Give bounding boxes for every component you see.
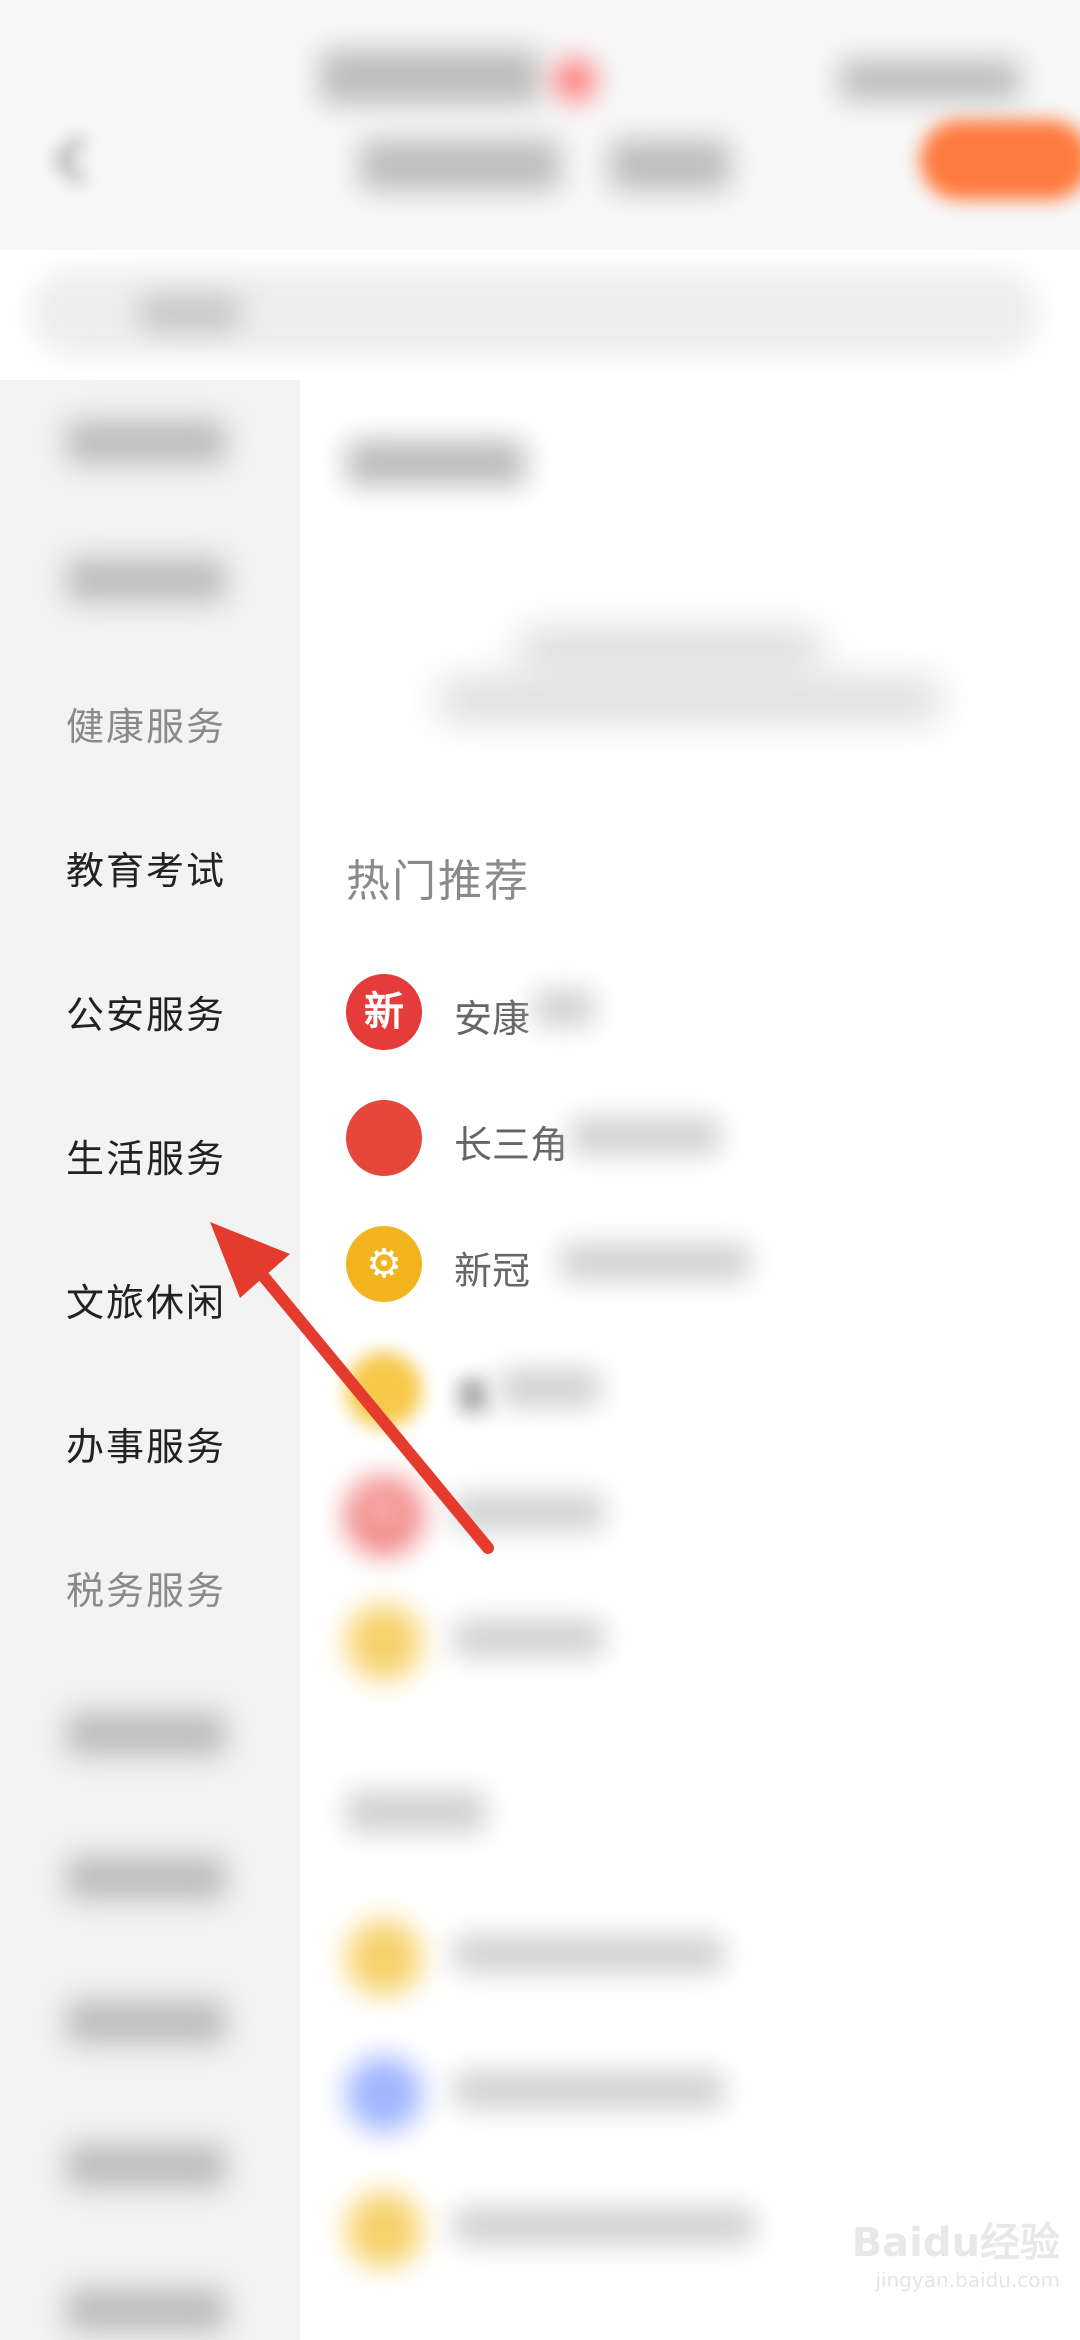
service-label[interactable]: 重 [454,1366,492,1421]
service-label-blur [500,1370,600,1406]
watermark-text: Baidu经验 [851,2220,1060,2266]
sidebar-item-placeholder[interactable] [66,1856,226,1900]
service-icon-placeholder[interactable] [346,1920,422,1996]
sidebar-item-affairs[interactable]: 办事服务 [66,1417,286,1477]
search-placeholder [140,294,240,332]
page-subtitle-placeholder [610,140,730,190]
document-icon[interactable] [346,1352,422,1428]
banner-placeholder [520,630,820,670]
baidu-watermark: Baidu经验 jingyan.baidu.com [820,2210,1060,2310]
service-label-blur [454,2072,724,2108]
service-label-blur [560,1244,750,1280]
sidebar-item-education[interactable]: 教育考试 [66,841,286,901]
service-label-blur [454,1494,604,1530]
service-label[interactable]: 新冠 [454,1240,530,1295]
service-label[interactable]: 安康 [454,988,530,1043]
sidebar-item-placeholder[interactable] [66,2000,226,2044]
service-icon-placeholder[interactable] [346,1604,422,1680]
service-content [300,380,1080,2340]
search-bar[interactable] [30,270,1040,356]
sidebar-item-culture-tourism[interactable]: 文旅休闲 [66,1273,286,1333]
gear-icon[interactable]: ⚙ [346,1226,422,1302]
top-bar [0,0,1080,250]
quick-icon[interactable]: 快 [346,1478,422,1554]
new-badge-icon[interactable]: 新 [346,974,422,1050]
notification-dot [555,60,595,100]
app-title-placeholder [320,50,540,104]
category-sidebar [0,380,300,2340]
sidebar-item-placeholder[interactable] [66,420,226,464]
location-placeholder [840,60,1020,100]
service-icon-placeholder[interactable] [346,2056,422,2132]
banner-placeholder [440,680,940,720]
sidebar-item-placeholder[interactable] [66,2144,226,2188]
sidebar-item-life[interactable]: 生活服务 [66,1129,286,1189]
sidebar-item-placeholder[interactable] [66,558,226,602]
section-title-placeholder [346,1792,486,1832]
sidebar-item-placeholder[interactable] [66,1712,226,1756]
watermark-sub: jingyan.baidu.com [875,2268,1060,2292]
header-action-button[interactable] [920,120,1080,200]
sidebar-item-police[interactable]: 公安服务 [66,985,286,1045]
service-icon-placeholder[interactable] [346,2192,422,2268]
service-label-blur [454,1936,724,1972]
sidebar-item-tax[interactable]: 税务服务 [66,1561,286,1621]
hot-recommend-title: 热门推荐 [346,856,530,907]
section-title-placeholder [346,440,526,486]
service-label-blur [454,2208,754,2244]
sidebar-item-health[interactable]: 健康服务 [66,697,286,757]
service-label-blur [534,990,594,1026]
page-title-placeholder [360,140,560,190]
service-label-blur [454,1620,604,1656]
back-arrow-icon[interactable] [40,130,100,190]
service-label-blur [570,1118,720,1154]
lion-dance-icon[interactable] [346,1100,422,1176]
sidebar-item-placeholder[interactable] [66,2288,226,2332]
service-label[interactable]: 长三角 [454,1114,568,1169]
